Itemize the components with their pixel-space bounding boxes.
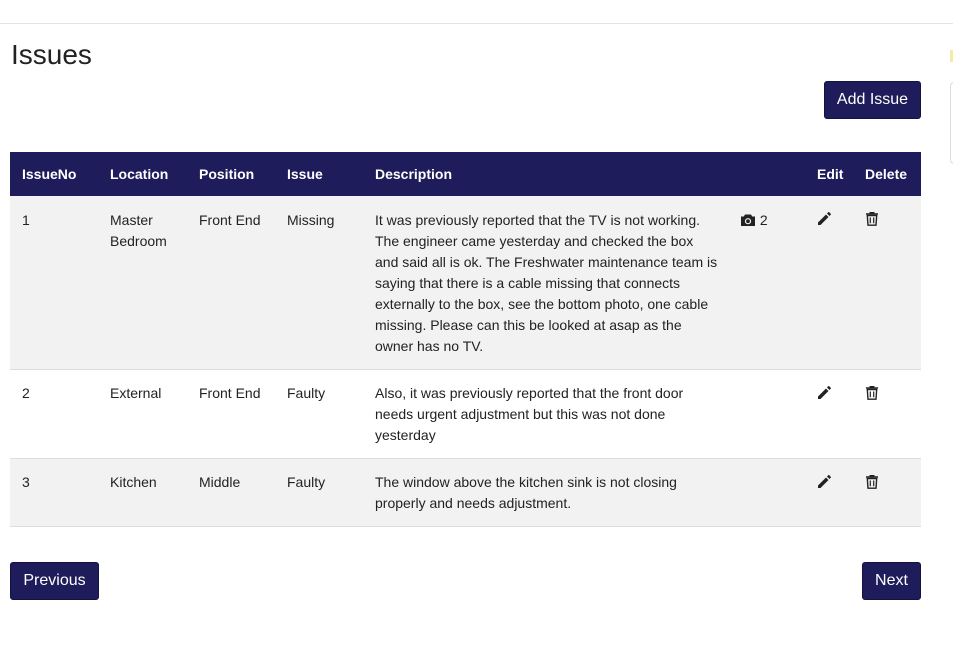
pencil-icon[interactable]: [817, 385, 832, 400]
header-photos: [724, 152, 805, 196]
location-cell: External: [110, 385, 162, 401]
header-delete: Delete: [865, 166, 908, 182]
table-row: 1 Master Bedroom Front End Missing It wa…: [10, 196, 921, 370]
edit-cell: [805, 459, 853, 527]
trash-icon[interactable]: [865, 385, 879, 400]
delete-cell: [853, 459, 921, 527]
header-position: Position: [199, 166, 255, 182]
header-location: Location: [110, 166, 169, 182]
edit-cell: [805, 370, 853, 459]
photo-count[interactable]: 2: [760, 212, 768, 228]
issue-no-cell: 1: [22, 212, 30, 228]
issue-cell: Faulty: [287, 474, 326, 490]
issue-cell: Missing: [287, 212, 335, 228]
camera-icon[interactable]: [740, 213, 756, 227]
photos-cell: [724, 370, 805, 459]
photos-cell: 2: [724, 196, 805, 370]
header-edit: Edit: [817, 166, 844, 182]
table-header-row: IssueNo Location Position Issue Descript…: [10, 152, 921, 196]
delete-cell: [853, 370, 921, 459]
position-cell: Front End: [199, 212, 261, 228]
header-description: Description: [375, 166, 453, 182]
trash-icon[interactable]: [865, 474, 879, 489]
description-cell: It was previously reported that the TV i…: [375, 212, 718, 354]
description-cell: The window above the kitchen sink is not…: [375, 474, 677, 511]
page-title: Issues: [11, 39, 92, 70]
next-button[interactable]: Next: [862, 562, 921, 600]
add-issue-button[interactable]: Add Issue: [824, 81, 921, 119]
delete-cell: [853, 196, 921, 370]
position-cell: Front End: [199, 385, 261, 401]
header-issue: Issue: [287, 166, 323, 182]
issue-no-cell: 3: [22, 474, 30, 490]
issues-table: IssueNo Location Position Issue Descript…: [10, 152, 921, 527]
location-cell: Kitchen: [110, 474, 157, 490]
trash-icon[interactable]: [865, 211, 879, 226]
description-cell: Also, it was previously reported that th…: [375, 385, 684, 443]
table-row: 2 External Front End Faulty Also, it was…: [10, 369, 921, 459]
issue-no-cell: 2: [22, 385, 30, 401]
table-row: 3 Kitchen Middle Faulty The window above…: [10, 458, 921, 527]
position-cell: Middle: [199, 474, 241, 490]
photos-cell: [724, 459, 805, 527]
pencil-icon[interactable]: [817, 211, 832, 226]
top-bar: [0, 0, 953, 24]
edit-cell: [805, 196, 853, 370]
issue-cell: Faulty: [287, 385, 326, 401]
header-issue-no: IssueNo: [22, 166, 77, 182]
location-cell: Master Bedroom: [110, 212, 167, 249]
previous-button[interactable]: Previous: [10, 562, 99, 600]
pencil-icon[interactable]: [817, 474, 832, 489]
